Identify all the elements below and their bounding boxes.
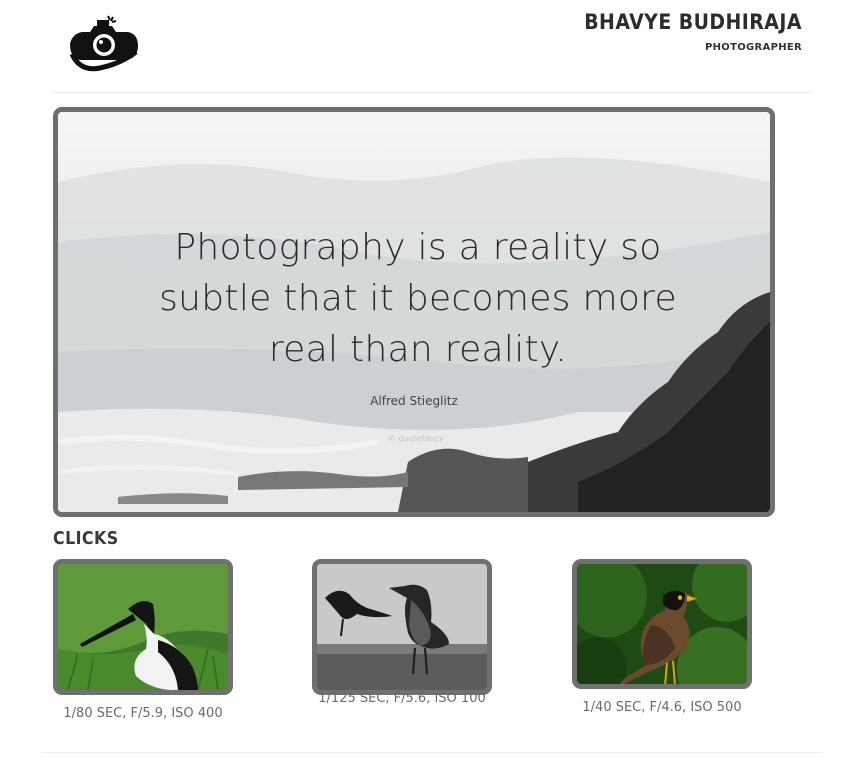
stork-photo[interactable] [53,559,233,695]
myna-photo[interactable] [572,559,752,689]
watermark: © quotefancy [388,434,444,443]
site-header: BHAVYE BUDHIRAJA PHOTOGRAPHER [0,0,849,92]
brand-name: BHAVYE BUDHIRAJA [584,10,802,34]
click-item-myna[interactable]: 1/40 SEC, F/4.6, ISO 500 [572,559,752,729]
camera-icon[interactable] [66,14,142,74]
crows-photo[interactable] [312,559,492,695]
click-item-crows[interactable]: 1/125 SEC, F/5.6, ISO 100 [312,559,492,729]
click-item-stork[interactable]: 1/80 SEC, F/5.9, ISO 400 [53,559,233,729]
crows-caption: 1/125 SEC, F/5.6, ISO 100 [318,691,486,706]
footer-divider [42,752,822,753]
header-divider [52,92,812,93]
brand-role: PHOTOGRAPHER [705,42,802,53]
hero-banner: Photography is a reality so subtle that … [53,107,775,517]
quote-author: Alfred Stieglitz [370,394,458,408]
clicks-title: CLICKS [53,528,119,549]
hero-quote: Photography is a reality so subtle that … [159,227,677,370]
myna-caption: 1/40 SEC, F/4.6, ISO 500 [582,700,742,715]
stork-caption: 1/80 SEC, F/5.9, ISO 400 [63,706,223,721]
